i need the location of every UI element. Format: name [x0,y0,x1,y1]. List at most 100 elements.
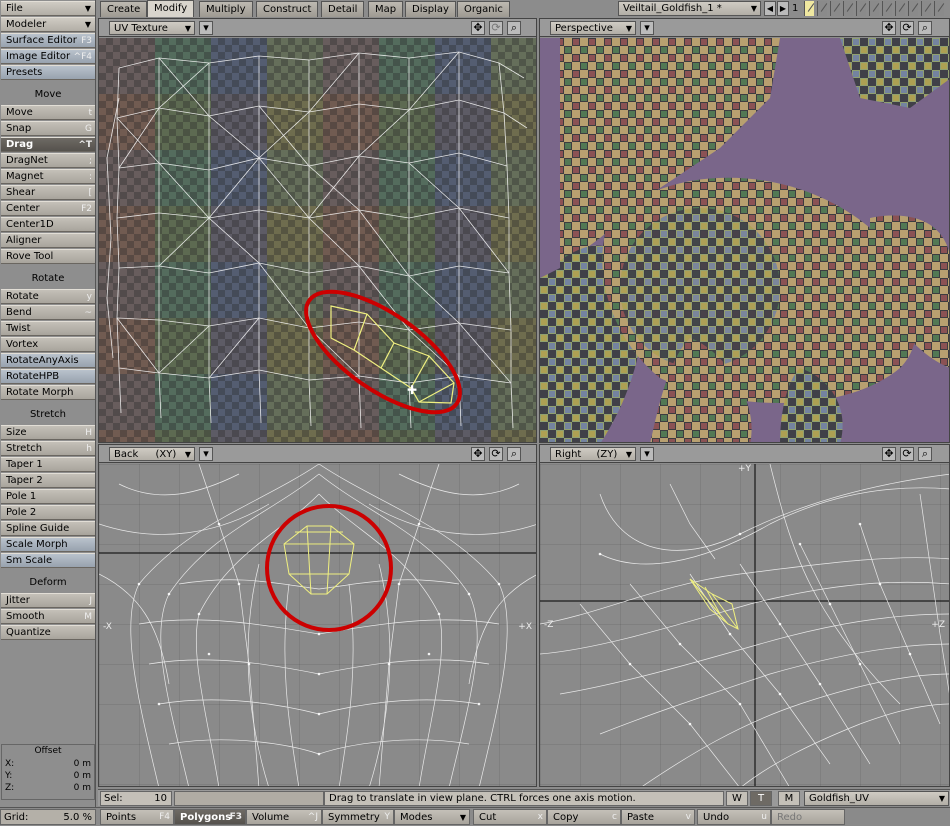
quantize-tool-button[interactable]: Quantize [1,625,95,640]
layer-3[interactable] [830,1,840,16]
tab-modify[interactable]: Modify [147,0,195,17]
move-view-icon[interactable]: ✥ [471,21,485,35]
prev-layer-button[interactable]: ◀ [764,1,776,16]
layer-2[interactable] [817,1,827,16]
morph-map-button[interactable]: M [778,791,800,806]
rotate-morph-tool-button[interactable]: Rotate Morph [1,385,95,400]
back-render-mode-dropdown[interactable]: ▾ [199,447,213,461]
taper2-tool-button[interactable]: Taper 2 [1,473,95,488]
move-view-icon[interactable]: ✥ [471,447,485,461]
layer-1[interactable] [804,1,814,16]
bend-tool-button[interactable]: Bend ~ [1,305,95,320]
modeler-menu[interactable]: Modeler [1,17,95,32]
vortex-tool-button[interactable]: Vortex [1,337,95,352]
spline-guide-tool-button[interactable]: Spline Guide [1,521,95,536]
next-layer-button[interactable]: ▶ [777,1,789,16]
smooth-tool-button[interactable]: Smooth M [1,609,95,624]
tab-multiply[interactable]: Multiply [199,1,253,17]
tab-construct[interactable]: Construct [256,1,319,17]
aligner-tool-button[interactable]: Aligner [1,233,95,248]
rotateanyaxis-tool-button[interactable]: RotateAnyAxis [1,353,95,368]
shear-tool-button[interactable]: Shear [ [1,185,95,200]
layer-5[interactable] [856,1,866,16]
taper1-tool-button[interactable]: Taper 1 [1,457,95,472]
undo-button[interactable]: Undo u [697,809,771,825]
tab-map[interactable]: Map [368,1,404,17]
volume-mode-button[interactable]: Volume ^J [246,809,322,825]
texture-map-button[interactable]: T [750,791,772,806]
image-editor-button[interactable]: Image Editor ^F4 [1,49,95,64]
rotate-view-icon[interactable]: ⟳ [900,21,914,35]
uv-canvas[interactable]: ✚ [99,38,536,442]
tab-organic[interactable]: Organic [457,1,510,17]
scale-morph-tool-button[interactable]: Scale Morph [1,537,95,552]
layer-11[interactable] [934,1,944,16]
rotate-view-icon[interactable]: ⟳ [900,447,914,461]
rotate-tool-button[interactable]: Rotate y [1,289,95,304]
presets-button[interactable]: Presets [1,65,95,80]
layer-10[interactable] [921,1,931,16]
layer-4[interactable] [843,1,853,16]
layer-6[interactable] [869,1,879,16]
jitter-tool-button[interactable]: Jitter J [1,593,95,608]
sm-scale-tool-button[interactable]: Sm Scale [1,553,95,568]
file-menu[interactable]: File [1,1,95,16]
move-tool-button[interactable]: Move t [1,105,95,120]
center-tool-button[interactable]: Center F2 [1,201,95,216]
layer-7[interactable] [882,1,892,16]
back-view-type-dropdown[interactable]: Back (XY) [109,447,195,461]
back-canvas[interactable]: -X +X [99,464,536,786]
perspective-viewport[interactable]: Perspective ▾ ✥ ⟳ ⌕ [539,18,950,443]
zoom-view-icon[interactable]: ⌕ [507,447,521,461]
move-view-icon[interactable]: ✥ [882,21,896,35]
pole1-tool-button[interactable]: Pole 1 [1,489,95,504]
redo-button[interactable]: Redo [771,809,845,825]
layer-9[interactable] [908,1,918,16]
zoom-view-icon[interactable]: ⌕ [918,21,932,35]
perspective-view-type-dropdown[interactable]: Perspective [550,21,636,35]
dragnet-tool-button[interactable]: DragNet; [1,153,95,168]
uv-texture-viewport[interactable]: UV Texture ▾ ✥ ⟳ ⌕ [98,18,537,443]
pole2-tool-button[interactable]: Pole 2 [1,505,95,520]
right-canvas[interactable]: -Z +Z +Y [540,464,949,786]
stretch-tool-button[interactable]: Stretch h [1,441,95,456]
surface-editor-button[interactable]: Surface Editor F3 [1,33,95,48]
right-render-mode-dropdown[interactable]: ▾ [640,447,654,461]
rotatehpb-tool-button[interactable]: RotateHPB [1,369,95,384]
paste-button[interactable]: Paste v [621,809,695,825]
back-viewport[interactable]: Back (XY) ▾ ✥ ⟳ ⌕ [98,444,537,787]
drag-tool-button[interactable]: Drag ^T [1,137,95,152]
points-mode-button[interactable]: Points F4 [100,809,174,825]
copy-button[interactable]: Copy c [547,809,621,825]
right-viewport[interactable]: Right (ZY) ▾ ✥ ⟳ ⌕ [539,444,950,787]
snap-tool-button[interactable]: Snap G [1,121,95,136]
modes-dropdown[interactable]: Modes [394,809,470,825]
tab-display[interactable]: Display [405,1,456,17]
twist-tool-button[interactable]: Twist [1,321,95,336]
rotate-view-icon[interactable]: ⟳ [489,447,503,461]
zoom-view-icon[interactable]: ⌕ [918,447,932,461]
uv-view-type-dropdown[interactable]: UV Texture [109,21,195,35]
offset-x-label: X: [5,759,15,769]
rotate-view-icon[interactable]: ⟳ [489,21,503,35]
polygons-mode-button[interactable]: Polygons F3 [174,809,246,825]
tab-create[interactable]: Create [100,1,148,17]
object-selector[interactable]: Veiltail_Goldfish_1 * [618,1,761,16]
tab-detail[interactable]: Detail [321,1,365,17]
layer-8[interactable] [895,1,905,16]
move-view-icon[interactable]: ✥ [882,447,896,461]
vertex-map-selector[interactable]: Goldfish_UV [804,791,949,806]
symmetry-toggle[interactable]: Symmetry Y [322,809,394,825]
perspective-render-mode-dropdown[interactable]: ▾ [640,21,654,35]
cut-button[interactable]: Cut x [473,809,547,825]
perspective-canvas[interactable] [540,38,949,442]
center1d-tool-button[interactable]: Center1D [1,217,95,232]
uv-render-mode-dropdown[interactable]: ▾ [199,21,213,35]
size-tool-button[interactable]: Size H [1,425,95,440]
right-view-type-dropdown[interactable]: Right (ZY) [550,447,636,461]
weight-map-button[interactable]: W [726,791,748,806]
paste-shortcut: v [685,812,691,822]
rove-tool-button[interactable]: Rove Tool [1,249,95,264]
zoom-view-icon[interactable]: ⌕ [507,21,521,35]
magnet-tool-button[interactable]: Magnet: [1,169,95,184]
